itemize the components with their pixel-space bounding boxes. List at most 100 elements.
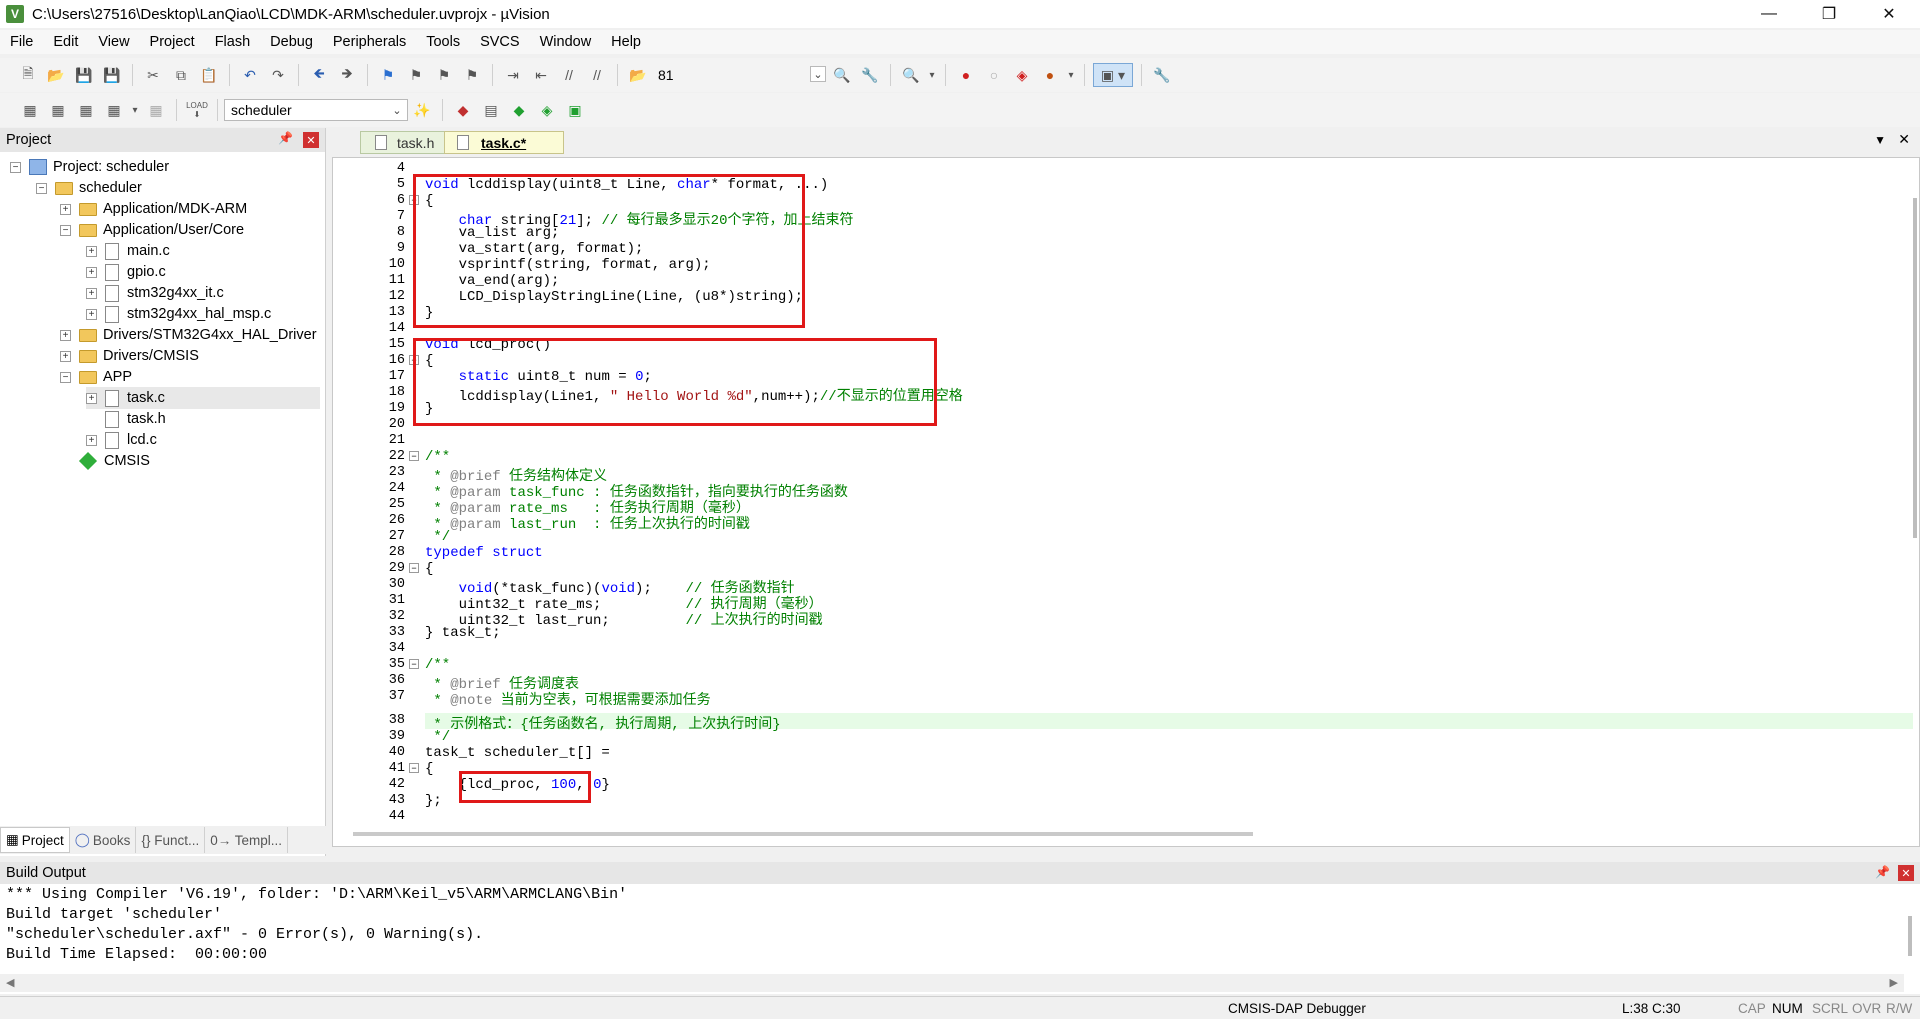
menu-flash[interactable]: Flash (205, 34, 260, 50)
rebuild-icon[interactable]: ▦ (74, 98, 98, 122)
comment-icon[interactable]: // (557, 63, 581, 87)
collapse-icon[interactable]: − (10, 161, 21, 173)
tree-item-file-selected[interactable]: + task.c (86, 387, 320, 409)
tree-item-group[interactable]: + Drivers/CMSIS (60, 345, 199, 367)
tree-item-group[interactable]: + Drivers/STM32G4xx_HAL_Driver (60, 324, 317, 346)
expand-icon[interactable]: + (86, 434, 97, 446)
fold-icon[interactable]: − (409, 763, 419, 773)
close-window-button[interactable]: ✕ (1860, 0, 1918, 28)
menu-window[interactable]: Window (530, 34, 602, 50)
configure-icon[interactable]: 🔧 (1150, 63, 1174, 87)
tree-item-target-scheduler[interactable]: − scheduler (36, 177, 142, 199)
tab-books[interactable]: ◯ Books (70, 827, 137, 853)
redo-icon[interactable]: ↷ (266, 63, 290, 87)
tree-item-file[interactable]: task.h (105, 408, 166, 430)
open-file-icon[interactable]: 📂 (44, 63, 68, 87)
build-icon[interactable]: ▦ (46, 98, 70, 122)
restore-button[interactable]: ❐ (1800, 0, 1858, 28)
fold-icon[interactable]: − (409, 451, 419, 461)
tab-templates[interactable]: 0→ Templ... (205, 827, 289, 853)
next-bookmark-icon[interactable]: ⚑ (432, 63, 456, 87)
tree-item-project[interactable]: − Project: scheduler (10, 156, 169, 178)
find-icon[interactable]: 🔍 (830, 63, 854, 87)
batch-build-icon[interactable]: ▦ (102, 98, 126, 122)
chevron-down-icon[interactable]: ⌄ (389, 102, 405, 118)
build-output-vertical-scrollbar[interactable] (1908, 916, 1912, 956)
manage-components-icon[interactable]: ▣ (563, 98, 587, 122)
menu-debug[interactable]: Debug (260, 34, 323, 50)
menu-view[interactable]: View (88, 34, 139, 50)
tree-item-file[interactable]: + main.c (86, 240, 170, 262)
editor-horizontal-scrollbar[interactable] (353, 832, 1253, 838)
unindent-icon[interactable]: ⇤ (529, 63, 553, 87)
expand-icon[interactable]: + (86, 392, 97, 404)
expand-icon[interactable]: + (86, 266, 97, 278)
incremental-find-icon[interactable]: 🔧 (858, 63, 882, 87)
breakpoint-disable-all-icon[interactable]: ◈ (1010, 63, 1034, 87)
window-layout-icon[interactable]: ▣ ▾ (1093, 63, 1133, 87)
manage-run-time-env-icon[interactable]: ◆ (507, 98, 531, 122)
menu-help[interactable]: Help (601, 34, 651, 50)
scroll-left-icon[interactable]: ◀ (6, 976, 14, 989)
expand-icon[interactable]: + (86, 287, 97, 299)
tab-functions[interactable]: {} Funct... (136, 827, 206, 853)
fold-icon[interactable]: − (409, 563, 419, 573)
tree-item-file[interactable]: + gpio.c (86, 261, 166, 283)
collapse-icon[interactable]: − (36, 182, 47, 194)
indent-icon[interactable]: ⇥ (501, 63, 525, 87)
new-file-icon[interactable]: 🗎 (16, 63, 40, 87)
close-icon[interactable]: ✕ (303, 132, 319, 148)
chevron-down-icon[interactable]: ▾ (927, 63, 937, 87)
manage-project-items-icon[interactable]: ◆ (451, 98, 475, 122)
menu-svcs[interactable]: SVCS (470, 34, 530, 50)
save-all-icon[interactable]: 💾 (100, 63, 124, 87)
collapse-icon[interactable]: − (60, 371, 71, 383)
code-editor[interactable]: 4 5 6 7 8 9 10 11 12 13 14 15 16 17 18 19 20 21 22 23 24 25 26… (332, 157, 1920, 847)
tree-item-group[interactable]: − Application/User/Core (60, 219, 244, 241)
breakpoint-insert-icon[interactable]: ● (954, 63, 978, 87)
close-icon[interactable]: ✕ (1898, 131, 1910, 148)
copy-icon[interactable]: ⧉ (169, 63, 193, 87)
editor-vertical-scrollbar[interactable] (1913, 198, 1917, 538)
expand-icon[interactable]: + (86, 245, 97, 257)
find-combo[interactable]: 81 ⌄ (652, 64, 828, 86)
pin-icon[interactable]: 📌 (1875, 865, 1890, 879)
breakpoint-disable-icon[interactable]: ○ (982, 63, 1006, 87)
stop-build-icon[interactable]: ▦ (144, 98, 168, 122)
paste-icon[interactable]: 📋 (197, 63, 221, 87)
undo-icon[interactable]: ↶ (238, 63, 262, 87)
tab-project[interactable]: ▦ Project (0, 827, 70, 853)
pin-icon[interactable]: 📌 (278, 131, 293, 145)
scroll-right-icon[interactable]: ▶ (1890, 976, 1898, 989)
fold-icon[interactable]: − (409, 659, 419, 669)
tree-item-cmsis[interactable]: CMSIS (78, 450, 150, 472)
collapse-icon[interactable]: − (60, 224, 71, 236)
expand-icon[interactable]: + (60, 350, 71, 362)
chevron-down-icon[interactable]: ▾ (130, 98, 140, 122)
pack-installer-icon[interactable]: ◈ (535, 98, 559, 122)
menu-peripherals[interactable]: Peripherals (323, 34, 416, 50)
bookmark-icon[interactable]: ⚑ (376, 63, 400, 87)
expand-icon[interactable]: + (60, 329, 71, 341)
select-packs-icon[interactable]: ▤ (479, 98, 503, 122)
menu-tools[interactable]: Tools (416, 34, 470, 50)
target-options-icon[interactable]: ✨ (410, 98, 434, 122)
tree-item-group[interactable]: − APP (60, 366, 132, 388)
translate-icon[interactable]: ▦ (18, 98, 42, 122)
close-icon[interactable]: ✕ (1898, 865, 1914, 881)
start-debug-icon[interactable]: 🔍 (899, 63, 923, 87)
menu-project[interactable]: Project (140, 34, 205, 50)
chevron-down-icon[interactable]: ⌄ (810, 66, 826, 82)
breakpoint-kill-all-icon[interactable]: ● (1038, 63, 1062, 87)
navigate-back-icon[interactable]: 🡸 (307, 63, 331, 87)
menu-file[interactable]: File (0, 34, 43, 50)
scrollbar-thumb[interactable] (353, 832, 1253, 836)
minimize-button[interactable]: — (1740, 0, 1798, 28)
expand-icon[interactable]: + (60, 203, 71, 215)
save-icon[interactable]: 💾 (72, 63, 96, 87)
target-select[interactable]: scheduler ⌄ (224, 99, 408, 121)
find-in-files-icon[interactable]: 📂 (626, 63, 650, 87)
prev-bookmark-icon[interactable]: ⚑ (404, 63, 428, 87)
download-load-icon[interactable]: LOAD ⬇ (185, 98, 209, 122)
build-output-scrollbar[interactable]: ◀ ▶ (0, 974, 1904, 992)
